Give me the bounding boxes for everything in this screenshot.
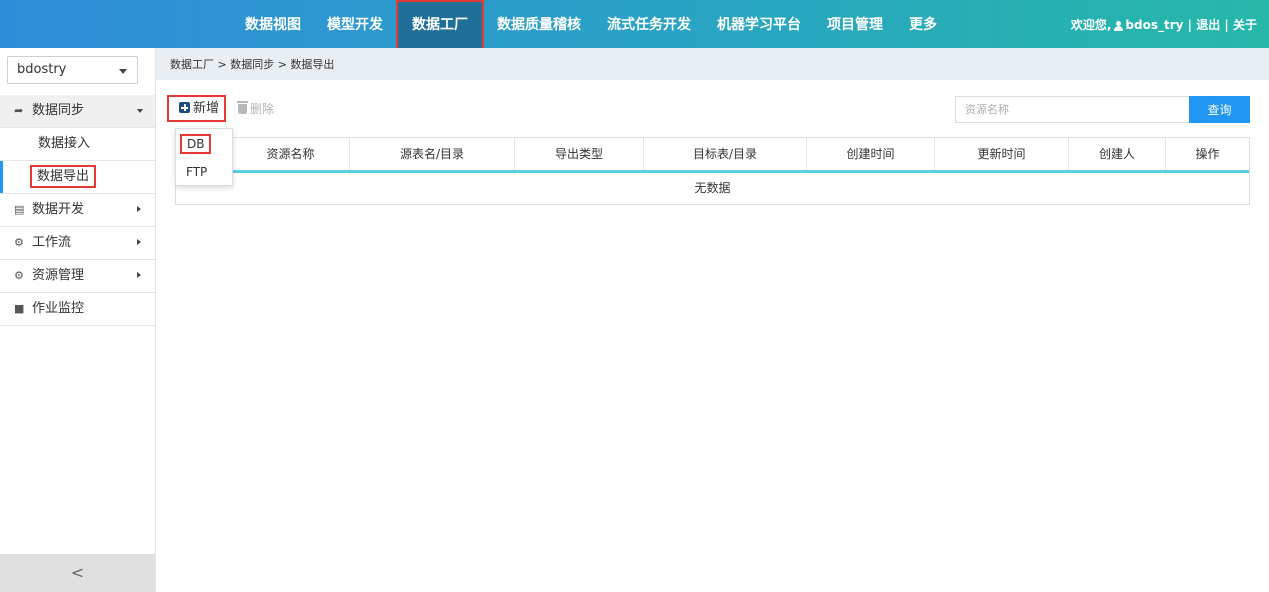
sidebar-item-job-monitor[interactable]: ■ 作业监控 xyxy=(0,293,155,326)
nav-item-data-view[interactable]: 数据视图 xyxy=(232,0,314,48)
dropdown-item-db[interactable]: DB xyxy=(176,132,232,156)
dropdown-item-label: FTP xyxy=(186,165,208,179)
sidebar-item-label: 数据导出 xyxy=(30,165,97,188)
nav-item-model-dev[interactable]: 模型开发 xyxy=(314,0,396,48)
add-type-dropdown: DB FTP xyxy=(175,128,233,186)
logout-link[interactable]: 退出 xyxy=(1196,18,1220,32)
table-empty-message: 无数据 xyxy=(694,181,731,195)
sidebar-item-label: 数据接入 xyxy=(38,136,91,151)
nav-item-stream-task[interactable]: 流式任务开发 xyxy=(594,0,704,48)
sidebar-item-label: 数据开发 xyxy=(32,202,85,217)
table-header: 资源名称 源表名/目录 导出类型 目标表/目录 创建时间 更新时间 创建人 操作 xyxy=(176,138,1249,173)
sidebar-item-data-import[interactable]: 数据接入 xyxy=(0,128,155,161)
nav-item-more[interactable]: 更多 xyxy=(896,0,950,48)
sidebar-item-workflow[interactable]: ⚙ 工作流 xyxy=(0,227,155,260)
nav-item-ml-platform[interactable]: 机器学习平台 xyxy=(704,0,814,48)
sidebar-item-label: 数据同步 xyxy=(32,103,85,118)
nav-item-data-quality[interactable]: 数据质量稽核 xyxy=(484,0,594,48)
chevron-left-icon: < xyxy=(70,563,85,582)
sidebar-item-label: 资源管理 xyxy=(32,268,85,283)
nav-item-data-factory[interactable]: 数据工厂 xyxy=(396,0,484,50)
chevron-down-icon xyxy=(137,109,143,113)
share-arrow-icon: ➦ xyxy=(14,104,24,117)
dropdown-item-label: DB xyxy=(180,134,212,154)
sidebar: bdostry ➦ 数据同步 数据接入 数据导出 ▤ 数据开发 ⚙ 工作流 ⚙ … xyxy=(0,48,156,592)
gears-icon: ⚙ xyxy=(14,236,24,249)
sidebar-menu: ➦ 数据同步 数据接入 数据导出 ▤ 数据开发 ⚙ 工作流 ⚙ 资源管理 ■ 作… xyxy=(0,95,155,326)
column-header-actions: 操作 xyxy=(1195,147,1220,161)
add-button-label: 新增 xyxy=(193,101,220,116)
welcome-text: 欢迎您, xyxy=(1070,18,1112,32)
add-button[interactable]: 新增 xyxy=(167,95,227,122)
sidebar-collapse-button[interactable]: < xyxy=(0,554,155,592)
column-header-target-table: 目标表/目录 xyxy=(644,138,807,170)
search-button[interactable]: 查询 xyxy=(1189,96,1250,123)
column-header-export-type: 导出类型 xyxy=(515,138,644,170)
chevron-right-icon xyxy=(137,272,141,278)
column-header-resource-name: 资源名称 xyxy=(232,138,350,170)
chevron-down-icon xyxy=(119,69,127,74)
sidebar-item-resource-mgmt[interactable]: ⚙ 资源管理 xyxy=(0,260,155,293)
username: bdos_try xyxy=(1125,18,1184,32)
document-icon: ▤ xyxy=(14,203,25,216)
about-link[interactable]: 关于 xyxy=(1233,18,1257,32)
column-header-source-table: 源表名/目录 xyxy=(350,138,515,170)
user-icon xyxy=(1114,21,1124,31)
chevron-right-icon xyxy=(137,206,141,212)
column-header-creator: 创建人 xyxy=(1069,138,1166,170)
gear-icon: ⚙ xyxy=(14,269,24,282)
top-navigation-bar: 数据视图 模型开发 数据工厂 数据质量稽核 流式任务开发 机器学习平台 项目管理… xyxy=(0,0,1269,50)
sidebar-item-data-sync[interactable]: ➦ 数据同步 xyxy=(0,95,155,128)
column-header-update-time: 更新时间 xyxy=(935,138,1069,170)
main-nav: 数据视图 模型开发 数据工厂 数据质量稽核 流式任务开发 机器学习平台 项目管理… xyxy=(232,0,950,50)
project-select-value: bdostry xyxy=(17,62,67,77)
breadcrumb: 数据工厂 > 数据同步 > 数据导出 xyxy=(156,48,1269,80)
nav-item-project-mgmt[interactable]: 项目管理 xyxy=(814,0,896,48)
sidebar-item-data-dev[interactable]: ▤ 数据开发 xyxy=(0,194,155,227)
export-table: 资源名称 源表名/目录 导出类型 目标表/目录 创建时间 更新时间 创建人 操作… xyxy=(175,137,1250,205)
search-input[interactable] xyxy=(955,96,1189,123)
delete-button-label: 删除 xyxy=(250,102,275,116)
dropdown-item-ftp[interactable]: FTP xyxy=(176,160,232,184)
project-select[interactable]: bdostry xyxy=(7,56,138,84)
book-icon: ■ xyxy=(14,302,25,315)
plus-icon xyxy=(179,102,190,113)
trash-icon xyxy=(237,101,248,114)
column-header-create-time: 创建时间 xyxy=(807,138,935,170)
separator: | xyxy=(1220,18,1233,32)
sidebar-item-label: 工作流 xyxy=(32,235,72,250)
user-bar: 欢迎您, bdos_try | 退出 | 关于 xyxy=(1071,0,1257,48)
sidebar-item-data-export[interactable]: 数据导出 xyxy=(0,161,155,194)
sidebar-item-label: 作业监控 xyxy=(32,301,85,316)
delete-button[interactable]: 删除 xyxy=(237,100,275,118)
chevron-right-icon xyxy=(137,239,141,245)
separator: | xyxy=(1183,18,1197,32)
